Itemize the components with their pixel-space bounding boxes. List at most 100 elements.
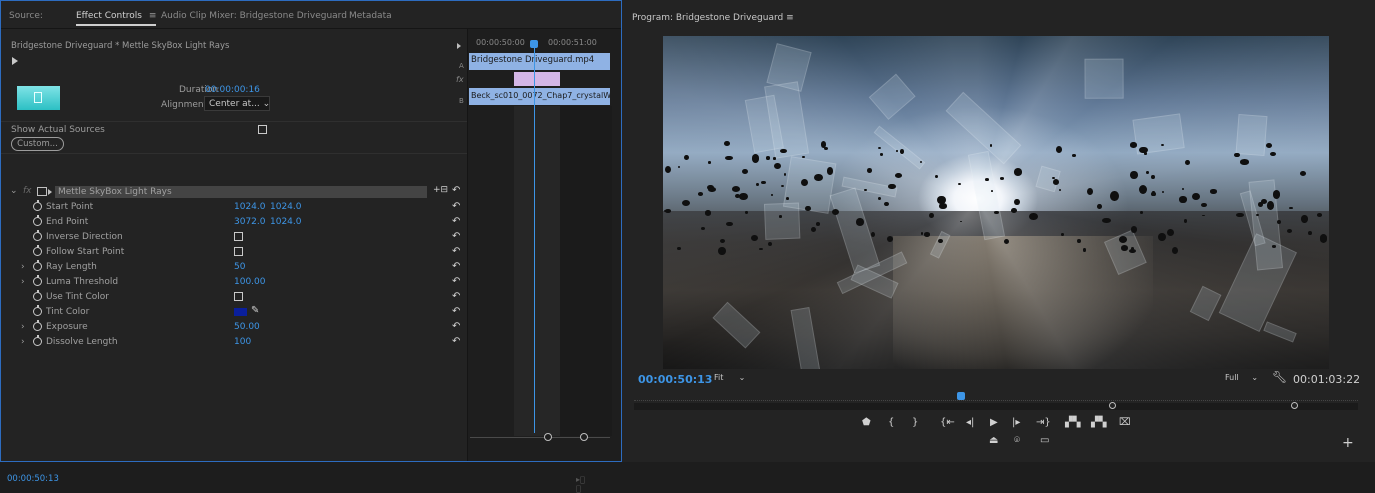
expand-chevron-icon[interactable]: › xyxy=(21,277,25,287)
zoom-handle-left[interactable] xyxy=(544,433,552,441)
reset-icon[interactable]: ↶ xyxy=(452,306,460,317)
stopwatch-icon[interactable] xyxy=(33,260,42,271)
play-icon[interactable]: ▶ xyxy=(990,417,998,428)
stopwatch-icon[interactable] xyxy=(33,230,42,241)
property-row[interactable]: › Exposure 50.00 ↶ xyxy=(1,320,467,335)
program-title[interactable]: Program: Bridgestone Driveguard ≡ xyxy=(632,13,794,23)
export-icons[interactable]: ▸⃒ ⎙ xyxy=(576,475,585,493)
insert-icon[interactable]: ⏏ xyxy=(989,435,998,446)
add-keyframe-icon[interactable]: +⊟ xyxy=(433,185,448,195)
stopwatch-icon[interactable] xyxy=(33,290,42,301)
zoom-level-select[interactable]: Fit ⌄ xyxy=(714,373,745,382)
lift-icon[interactable]: ▞▚ xyxy=(1065,417,1080,428)
playhead-handle[interactable] xyxy=(957,392,965,400)
go-to-out-icon[interactable]: ⇥} xyxy=(1036,417,1051,428)
reset-icon[interactable]: ↶ xyxy=(452,216,460,227)
play-transition-icon[interactable] xyxy=(12,57,18,65)
stopwatch-icon[interactable] xyxy=(33,245,42,256)
clip-a[interactable]: Bridgestone Driveguard.mp4 xyxy=(469,53,610,70)
property-row[interactable]: Inverse Direction ↶ xyxy=(1,230,467,245)
eyedropper-icon[interactable]: ✎ xyxy=(251,305,259,316)
property-value[interactable]: 50.00 xyxy=(234,322,260,332)
stopwatch-icon[interactable] xyxy=(33,320,42,331)
mask-rectangle-icon[interactable] xyxy=(37,187,47,196)
export-frame-icon[interactable]: ⌧ xyxy=(1119,417,1131,428)
property-row[interactable]: Follow Start Point ↶ xyxy=(1,245,467,260)
button-editor-plus-icon[interactable]: + xyxy=(1342,435,1354,451)
playhead-timecode[interactable]: 00:00:50:13 xyxy=(638,373,712,386)
property-checkbox[interactable] xyxy=(234,292,243,301)
stopwatch-icon[interactable] xyxy=(33,275,42,286)
reset-icon[interactable]: ↶ xyxy=(452,291,460,302)
reset-icon[interactable]: ↶ xyxy=(452,201,460,212)
property-row[interactable]: › Luma Threshold 100.00 ↶ xyxy=(1,275,467,290)
expand-chevron-icon[interactable]: › xyxy=(21,262,25,272)
stopwatch-icon[interactable] xyxy=(33,305,42,316)
show-timeline-arrow-icon[interactable] xyxy=(457,43,461,49)
property-row[interactable]: Start Point 1024.0 1024.0 ↶ xyxy=(1,200,467,215)
reset-icon[interactable]: ↶ xyxy=(452,246,460,257)
property-value[interactable]: 100 xyxy=(234,337,251,347)
property-checkbox[interactable] xyxy=(234,232,243,241)
property-row[interactable]: Use Tint Color ↶ xyxy=(1,290,467,305)
color-swatch[interactable] xyxy=(234,308,247,316)
reset-icon[interactable]: ↶ xyxy=(452,231,460,242)
mark-out-icon[interactable]: } xyxy=(912,417,918,428)
property-value-2[interactable]: 1024.0 xyxy=(270,217,302,227)
tab-metadata[interactable]: Metadata xyxy=(349,11,392,21)
chevron-down-icon[interactable]: ⌄ xyxy=(10,186,18,196)
property-row[interactable]: › Dissolve Length 100 ↶ xyxy=(1,335,467,350)
resolution-select[interactable]: Full ⌄ xyxy=(1225,373,1258,382)
video-frame[interactable] xyxy=(663,36,1329,369)
tab-source[interactable]: Source: xyxy=(9,11,43,21)
mark-in-icon[interactable]: { xyxy=(888,417,894,428)
vr-icon[interactable]: ⌾ xyxy=(1014,435,1020,446)
tab-audio-clip-mixer[interactable]: Audio Clip Mixer: Bridgestone Driveguard xyxy=(161,11,347,21)
comment-icon[interactable]: ▭ xyxy=(1040,435,1049,446)
show-actual-sources-checkbox[interactable] xyxy=(258,125,267,134)
go-to-in-icon[interactable]: {⇤ xyxy=(940,417,955,428)
step-forward-icon[interactable]: |▸ xyxy=(1012,417,1020,428)
effect-header-row[interactable]: ⌄ fx Mettle SkyBox Light Rays +⊟ ↶ xyxy=(1,185,467,199)
expand-chevron-icon[interactable]: › xyxy=(21,337,25,347)
property-row[interactable]: › Ray Length 50 ↶ xyxy=(1,260,467,275)
property-row[interactable]: End Point 3072.0 1024.0 ↶ xyxy=(1,215,467,230)
timeline-zoom-bar[interactable] xyxy=(470,437,610,438)
alignment-select[interactable]: Center at... ⌄ xyxy=(204,96,270,111)
property-row[interactable]: Tint Color ✎ ↶ xyxy=(1,305,467,320)
transition-bar[interactable] xyxy=(514,72,560,86)
fx-toggle-icon[interactable]: fx xyxy=(23,186,32,196)
property-checkbox[interactable] xyxy=(234,247,243,256)
duration-value[interactable]: 00:00:00:16 xyxy=(205,85,260,95)
property-value[interactable]: 3072.0 xyxy=(234,217,266,227)
zoom-handle-right[interactable] xyxy=(1291,402,1298,409)
panel-menu-icon[interactable]: ≡ xyxy=(149,11,157,21)
tab-effect-controls[interactable]: Effect Controls ≡ xyxy=(76,11,157,26)
stopwatch-icon[interactable] xyxy=(33,335,42,346)
current-timecode[interactable]: 00:00:50:13 xyxy=(7,474,59,484)
reset-icon[interactable]: ↶ xyxy=(452,321,460,332)
reset-icon[interactable]: ↶ xyxy=(452,336,460,347)
stopwatch-icon[interactable] xyxy=(33,200,42,211)
clip-b[interactable]: Beck_sc010_0072_Chap7_crystalWor xyxy=(469,88,610,105)
property-value[interactable]: 100.00 xyxy=(234,277,266,287)
zoom-handle-right[interactable] xyxy=(580,433,588,441)
custom-button[interactable]: Custom... xyxy=(11,137,64,151)
reset-icon[interactable]: ↶ xyxy=(452,276,460,287)
panel-menu-icon[interactable]: ≡ xyxy=(786,13,794,23)
time-ruler[interactable] xyxy=(634,397,1358,401)
expand-chevron-icon[interactable]: › xyxy=(21,322,25,332)
wrench-icon[interactable]: 🔧︎ xyxy=(1272,370,1287,384)
extract-icon[interactable]: ▞▚ xyxy=(1091,417,1106,428)
zoom-handle-left[interactable] xyxy=(1109,402,1116,409)
zoom-scroll-bar[interactable] xyxy=(634,403,1358,410)
property-value-2[interactable]: 1024.0 xyxy=(270,202,302,212)
property-value[interactable]: 1024.0 xyxy=(234,202,266,212)
add-marker-icon[interactable]: ⬟ xyxy=(862,417,871,428)
property-value[interactable]: 50 xyxy=(234,262,245,272)
stopwatch-icon[interactable] xyxy=(33,215,42,226)
reset-icon[interactable]: ↶ xyxy=(452,185,460,196)
step-back-icon[interactable]: ◂| xyxy=(966,417,974,428)
timeline-ruler[interactable]: 00:00:50:00 00:00:51:00 xyxy=(468,29,622,51)
reset-icon[interactable]: ↶ xyxy=(452,261,460,272)
